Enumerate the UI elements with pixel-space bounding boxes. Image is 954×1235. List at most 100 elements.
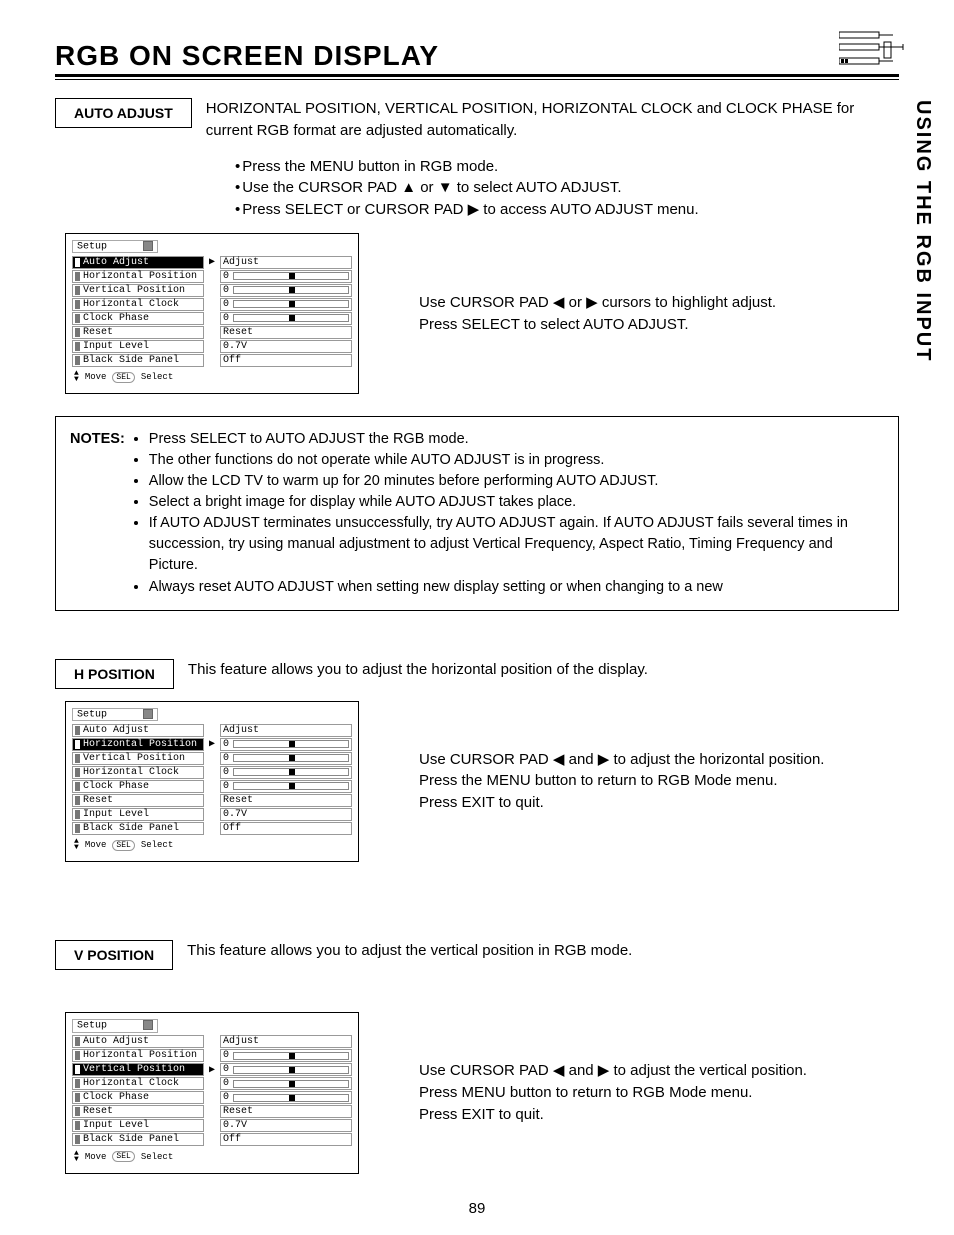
chevron-right-icon: ▶ (208, 256, 216, 268)
up-down-arrow-icon: ▲▼ (74, 371, 79, 383)
osd-item: Auto AdjustAdjust (72, 723, 352, 737)
osd-item: Input Level 0.7V (72, 807, 352, 821)
osd-title: Setup (72, 240, 158, 254)
osd-item-value: 0 (220, 752, 352, 765)
osd-item: Horizontal Clock0 (72, 1077, 352, 1091)
osd-item-value: 0.7V (220, 808, 352, 821)
chevron-right-icon: ▶ (208, 738, 216, 750)
osd-item-label: Vertical Position (72, 752, 204, 765)
osd-item-label: Black Side Panel (72, 1133, 204, 1146)
osd-item: Reset Reset (72, 1105, 352, 1119)
osd-item-label: Input Level (72, 340, 204, 353)
help-line: Use CURSOR PAD ◀ and ▶ to adjust the hor… (419, 749, 824, 771)
osd-item-label: Black Side Panel (72, 354, 204, 367)
osd-item-value: 0 (220, 1063, 352, 1076)
notes-lead: NOTES: (70, 429, 125, 597)
osd-item-label: Horizontal Clock (72, 298, 204, 311)
osd-item: Vertical Position ▶ 0 (72, 1063, 352, 1077)
chevron-right-icon: ▶ (208, 1064, 216, 1076)
osd-item: Horizontal Clock 0 (72, 297, 352, 311)
help-line: Press MENU button to return to RGB Mode … (419, 1082, 807, 1104)
osd-item-label: Clock Phase (72, 1091, 204, 1104)
osd-item: ResetReset (72, 793, 352, 807)
select-pill-icon: SEL (112, 840, 134, 851)
osd-item: ResetReset (72, 325, 352, 339)
osd-item: Input Level0.7V (72, 1119, 352, 1133)
osd-item-label: Vertical Position (72, 1063, 204, 1076)
select-pill-icon: SEL (112, 1151, 134, 1162)
page-title: RGB ON SCREEN DISPLAY (55, 40, 899, 72)
title-rule (55, 74, 899, 77)
osd-item-label: Horizontal Clock (72, 1077, 204, 1090)
osd-item-value: Off (220, 1133, 352, 1146)
osd-item: Black Side Panel Off (72, 1133, 352, 1147)
osd-footer: ▲▼ Move SEL Select (72, 839, 352, 851)
osd-item: Black Side Panel Off (72, 353, 352, 367)
crop-marks-icon (839, 30, 909, 70)
osd-item-label: Auto Adjust (72, 256, 204, 269)
osd-item-value: 0 (220, 766, 352, 779)
note-item: If AUTO ADJUST terminates unsuccessfully… (149, 513, 884, 576)
osd-item: Black Side PanelOff (72, 821, 352, 835)
osd-item-label: Input Level (72, 808, 204, 821)
osd-item-value: 0 (220, 270, 352, 283)
side-tab: USING THE RGB INPUT (911, 100, 934, 362)
desc-v-position: This feature allows you to adjust the ve… (187, 940, 899, 962)
osd-item-label: Reset (72, 1105, 204, 1118)
osd-title: Setup (72, 1019, 158, 1033)
note-item: Always reset AUTO ADJUST when setting ne… (149, 577, 884, 598)
osd-item-value: Adjust (220, 256, 352, 269)
osd-item: Horizontal Position0 (72, 269, 352, 283)
note-item: Allow the LCD TV to warm up for 20 minut… (149, 471, 884, 492)
up-down-arrow-icon: ▲▼ (74, 839, 79, 851)
help-line: Press the MENU button to return to RGB M… (419, 770, 824, 792)
help-h-position: Use CURSOR PAD ◀ and ▶ to adjust the hor… (419, 749, 824, 814)
label-v-position: V POSITION (55, 940, 173, 970)
help-line: Press EXIT to quit. (419, 1104, 807, 1126)
help-line: Use CURSOR PAD ◀ and ▶ to adjust the ver… (419, 1060, 807, 1082)
osd-item: Horizontal Clock 0 (72, 765, 352, 779)
osd-item-label: Reset (72, 794, 204, 807)
desc-auto-adjust: HORIZONTAL POSITION, VERTICAL POSITION, … (206, 98, 899, 142)
osd-item: Vertical Position 0 (72, 751, 352, 765)
osd-item: Input Level0.7V (72, 339, 352, 353)
osd-item-value: 0.7V (220, 1119, 352, 1132)
osd-item-value: 0 (220, 1049, 352, 1062)
section-auto-adjust: AUTO ADJUST HORIZONTAL POSITION, VERTICA… (55, 98, 899, 394)
osd-item-value: Off (220, 354, 352, 367)
osd-item: Vertical Position0 (72, 283, 352, 297)
desc-h-position: This feature allows you to adjust the ho… (188, 659, 899, 681)
osd-item-label: Vertical Position (72, 284, 204, 297)
note-item: Press SELECT to AUTO ADJUST the RGB mode… (149, 429, 884, 450)
osd-item-label: Horizontal Clock (72, 766, 204, 779)
osd-item-value: 0 (220, 312, 352, 325)
up-down-arrow-icon: ▲▼ (74, 1151, 79, 1163)
page: RGB ON SCREEN DISPLAY USING THE RGB INPU… (0, 0, 954, 1235)
osd-footer: ▲▼ Move SEL Select (72, 1151, 352, 1163)
osd-item-label: Clock Phase (72, 780, 204, 793)
osd-item-value: 0 (220, 298, 352, 311)
steps-auto-adjust: •Press the MENU button in RGB mode. •Use… (235, 156, 899, 221)
help-v-position: Use CURSOR PAD ◀ and ▶ to adjust the ver… (419, 1060, 807, 1125)
label-h-position: H POSITION (55, 659, 174, 689)
osd-item: Clock Phase0 (72, 779, 352, 793)
osd-item-label: Horizontal Position (72, 1049, 204, 1062)
section-h-position: H POSITION This feature allows you to ad… (55, 659, 899, 863)
select-pill-icon: SEL (112, 372, 134, 383)
osd-v-position: Setup Auto AdjustAdjustHorizontal Positio… (65, 1012, 359, 1174)
section-v-position: V POSITION This feature allows you to ad… (55, 940, 899, 1174)
step: Press SELECT or CURSOR PAD ▶ to access A… (242, 201, 698, 218)
notes-list: Press SELECT to AUTO ADJUST the RGB mode… (129, 429, 884, 597)
help-line: Press SELECT to select AUTO ADJUST. (419, 314, 776, 336)
osd-item: Clock Phase 0 (72, 311, 352, 325)
osd-item-label: Black Side Panel (72, 822, 204, 835)
osd-item: Clock Phase 0 (72, 1091, 352, 1105)
note-item: The other functions do not operate while… (149, 450, 884, 471)
osd-item-value: 0 (220, 1091, 352, 1104)
osd-item-label: Auto Adjust (72, 724, 204, 737)
osd-item: Auto AdjustAdjust (72, 1035, 352, 1049)
osd-item-value: Reset (220, 1105, 352, 1118)
osd-item-value: 0 (220, 738, 352, 751)
osd-item-label: Clock Phase (72, 312, 204, 325)
osd-auto-adjust: Setup Auto Adjust ▶ AdjustHorizontal Positi… (65, 233, 359, 395)
